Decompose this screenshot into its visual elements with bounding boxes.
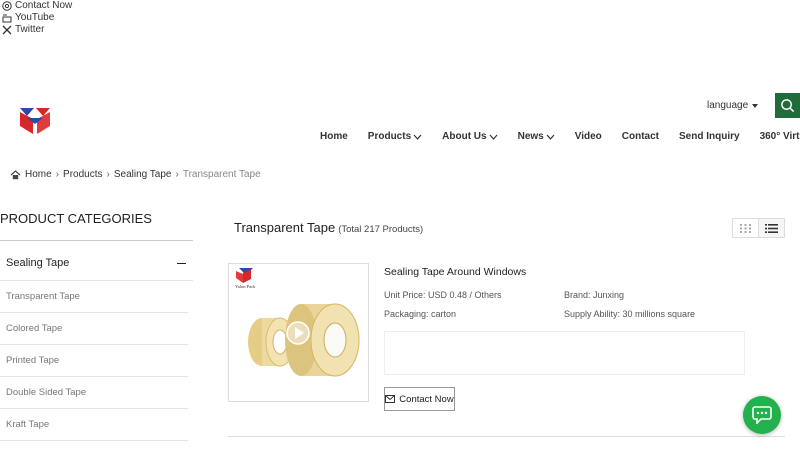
chevron-down-icon — [546, 134, 555, 140]
nav-contact[interactable]: Contact — [622, 131, 659, 142]
home-icon — [10, 169, 21, 179]
product-image[interactable]: Yalon Pack — [228, 263, 369, 402]
breadcrumb-sealing-tape[interactable]: Sealing Tape — [114, 169, 172, 180]
sidebar-subcategory-kraft-tape[interactable]: Kraft Tape — [0, 409, 188, 441]
nav-news-label: News — [517, 131, 544, 142]
listing-title: Transparent Tape — [234, 220, 336, 235]
image-brand-text: Yalon Pack — [235, 284, 256, 289]
topbar-contact-label: Contact Now — [15, 0, 73, 11]
language-selector[interactable]: language — [707, 100, 759, 111]
list-icon — [765, 223, 778, 233]
product-packaging: Packaging: carton — [384, 309, 457, 319]
topbar-twitter-label: Twitter — [15, 24, 45, 35]
sidebar-subcategory-printed-tape[interactable]: Printed Tape — [0, 345, 188, 377]
product-supply-ability: Supply Ability: 30 millions square — [564, 309, 696, 319]
nav-news[interactable]: News — [518, 131, 555, 142]
breadcrumb-separator: › — [106, 169, 110, 180]
nav-video-label: Video — [574, 131, 602, 142]
breadcrumb: Home › Products › Sealing Tape › Transpa… — [10, 169, 261, 180]
sidebar-subcategory-double-sided-tape[interactable]: Double Sided Tape — [0, 377, 188, 409]
grid-icon — [740, 223, 751, 233]
nav-about-us-label: About Us — [442, 131, 487, 142]
breadcrumb-products[interactable]: Products — [63, 169, 102, 180]
nav-contact-label: Contact — [621, 131, 659, 142]
view-toggle — [732, 218, 785, 238]
youtube-icon — [2, 14, 12, 23]
breadcrumb-current: Transparent Tape — [182, 169, 261, 180]
nav-home-label: Home — [320, 131, 348, 142]
topbar-contact[interactable]: Contact Now — [2, 0, 72, 12]
nav-about-us[interactable]: About Us — [442, 131, 498, 142]
sidebar-category-sealing-tape[interactable]: Sealing Tape — [6, 257, 186, 269]
tape-roll-image: Yalon Pack — [235, 268, 360, 377]
product-description-box — [384, 331, 745, 375]
listing-count: (Total 217 Products) — [338, 224, 424, 235]
sidebar-category-label: Sealing Tape — [6, 257, 70, 269]
nav-products-label: Products — [367, 131, 412, 142]
chevron-down-icon — [489, 134, 498, 140]
breadcrumb-home[interactable]: Home — [25, 169, 52, 180]
sidebar-title: PRODUCT CATEGORIES — [0, 211, 152, 226]
search-icon — [781, 99, 795, 113]
collapse-minus-icon[interactable] — [177, 262, 186, 264]
nav-virtual-tour-label: 360° Virtual Tour — [759, 131, 800, 142]
nav-video[interactable]: Video — [575, 131, 602, 142]
search-button[interactable] — [775, 93, 800, 118]
topbar-youtube-label: YouTube — [15, 12, 55, 23]
product-brand: Brand: Junxing — [564, 290, 625, 300]
caret-down-icon — [752, 103, 759, 108]
main-nav: Home Products About Us News Video Contac… — [320, 131, 800, 142]
breadcrumb-separator: › — [175, 169, 179, 180]
chat-button[interactable] — [743, 396, 781, 434]
nav-send-inquiry[interactable]: Send Inquiry — [679, 131, 740, 142]
site-logo[interactable] — [18, 104, 52, 138]
contact-now-label: Contact Now — [399, 393, 454, 405]
grid-view-button[interactable] — [733, 219, 758, 237]
sidebar-subcategory-transparent-tape[interactable]: Transparent Tape — [0, 281, 188, 313]
topbar-twitter[interactable]: Twitter — [2, 24, 72, 36]
nav-send-inquiry-label: Send Inquiry — [679, 131, 740, 142]
at-icon — [2, 1, 12, 11]
topbar-youtube[interactable]: YouTube — [2, 12, 72, 24]
breadcrumb-separator: › — [55, 169, 60, 180]
chevron-down-icon — [413, 134, 422, 140]
list-view-button[interactable] — [758, 219, 784, 237]
chat-bubble-icon — [752, 406, 772, 424]
product-name[interactable]: Sealing Tape Around Windows — [384, 266, 526, 278]
sidebar-subcategory-colored-tape[interactable]: Colored Tape — [0, 313, 188, 345]
product-divider — [228, 436, 785, 437]
x-twitter-icon — [2, 25, 12, 35]
language-label: language — [707, 100, 749, 111]
listing-header: Transparent Tape (Total 217 Products) — [234, 220, 423, 235]
nav-home[interactable]: Home — [320, 131, 348, 142]
topbar: Contact Now YouTube Twitter — [2, 0, 72, 36]
nav-virtual-tour[interactable]: 360° Virtual Tour — [760, 131, 800, 142]
sidebar-subcategory-list: Transparent Tape Colored Tape Printed Ta… — [0, 281, 188, 441]
envelope-icon — [385, 395, 396, 403]
nav-products[interactable]: Products — [368, 131, 422, 142]
sidebar-divider — [0, 240, 193, 241]
contact-now-button[interactable]: Contact Now — [384, 387, 455, 411]
product-unit-price: Unit Price: USD 0.48 / Others — [384, 290, 502, 300]
